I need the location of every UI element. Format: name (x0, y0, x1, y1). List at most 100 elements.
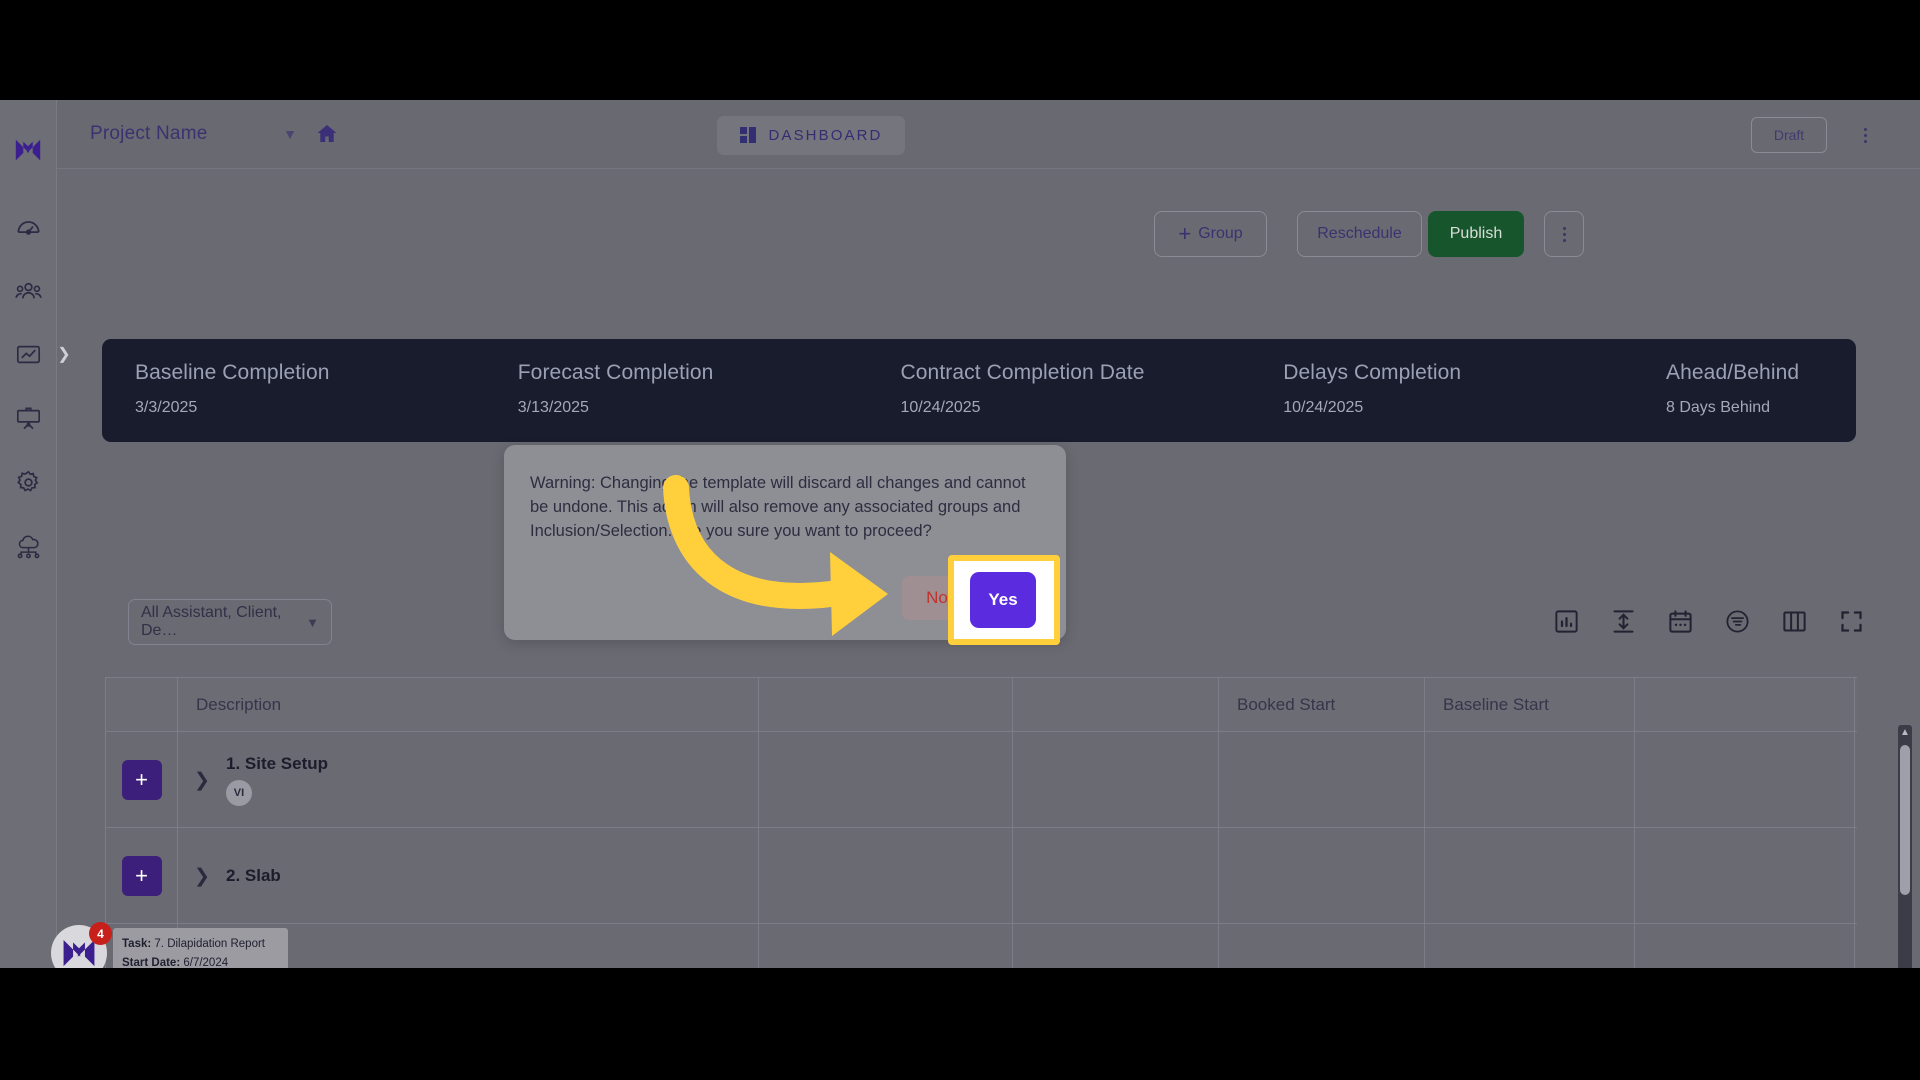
row-cell-blank-1 (759, 828, 1013, 924)
schedule-table: Description Booked Start Baseline Start … (105, 677, 1857, 968)
stat-title: Ahead/Behind (1666, 361, 1800, 384)
row-baseline-start-cell (1425, 924, 1635, 968)
scroll-up-icon[interactable]: ▲ (1898, 725, 1912, 739)
stat-value: 10/24/2025 (900, 399, 981, 416)
notification-badge: 4 (89, 922, 112, 945)
dialog-message: Warning: Changing the template will disc… (530, 474, 1026, 540)
project-selector[interactable]: Project Name ▼ (90, 114, 305, 154)
table-col-blank-1[interactable] (759, 678, 1013, 732)
sidebar-item-reports[interactable] (8, 334, 48, 374)
dashboard-tab[interactable]: DASHBOARD (717, 116, 905, 155)
row-baseline-start-cell (1425, 828, 1635, 924)
task-title: 2. Slab (226, 866, 281, 885)
tooltip-task-label: Task: (122, 938, 152, 950)
add-task-button[interactable]: + (121, 856, 162, 896)
stat-title: Forecast Completion (517, 361, 714, 384)
sidebar-item-presentation[interactable] (8, 398, 48, 438)
row-cell-blank-3 (1635, 828, 1855, 924)
row-booked-start-cell (1219, 828, 1425, 924)
tooltip-task-line: Task: 7. Dilapidation Report (122, 935, 279, 954)
table-col-blank-3[interactable] (1635, 678, 1855, 732)
row-booked-start-cell (1219, 924, 1425, 968)
app-canvas: ❯ Project Name ▼ DASHBOARD Draft + Group… (0, 100, 1920, 968)
columns-icon[interactable] (1781, 608, 1808, 635)
table-col-description[interactable]: Description (178, 678, 759, 732)
no-label: No (926, 588, 948, 607)
table-col-blank-2[interactable] (1013, 678, 1219, 732)
sidebar-item-settings[interactable] (8, 462, 48, 502)
stat-title: Delays Completion (1283, 361, 1462, 384)
table-col-booked-start[interactable]: Booked Start (1219, 678, 1425, 732)
draft-label: Draft (1773, 127, 1805, 143)
task-tooltip: Task: 7. Dilapidation Report Start Date:… (113, 928, 288, 968)
sidebar-item-integrations[interactable] (8, 526, 48, 566)
stat-value: 3/13/2025 (517, 399, 589, 416)
filter-selected-label: All Assistant, Client, De… (141, 604, 282, 639)
draft-status-button[interactable]: Draft (1751, 117, 1827, 153)
row-cell-blank-1 (759, 924, 1013, 968)
table-col-add (106, 678, 178, 732)
chevron-down-icon: ▼ (283, 126, 297, 142)
screenshot-root: ❯ Project Name ▼ DASHBOARD Draft + Group… (0, 0, 1920, 1080)
table-col-baseline-start[interactable]: Baseline Start (1425, 678, 1635, 732)
row-cell-blank-2 (1013, 924, 1219, 968)
tooltip-start-value: 6/7/2024 (183, 956, 229, 969)
vertical-ellipsis-icon[interactable] (1854, 120, 1876, 150)
stat-value: 10/24/2025 (1283, 399, 1364, 416)
publish-label: Publish (1449, 225, 1503, 242)
dashboard-label: DASHBOARD (768, 127, 883, 144)
row-cell-blank-1 (759, 732, 1013, 828)
home-icon[interactable] (315, 122, 339, 146)
group-label: Group (1198, 225, 1243, 242)
avatar: VI (226, 780, 252, 806)
calendar-icon[interactable] (1667, 608, 1694, 635)
stat-delays-completion: Delays Completion 10/24/2025 (1283, 361, 1666, 442)
sidebar-item-team[interactable] (8, 270, 48, 310)
view-tool-icons (1553, 608, 1865, 635)
stat-forecast-completion: Forecast Completion 3/13/2025 (518, 361, 901, 442)
yes-button-highlighted[interactable]: Yes (970, 572, 1036, 628)
stat-title: Contract Completion Date (900, 361, 1145, 384)
fit-height-icon[interactable] (1610, 608, 1637, 635)
tooltip-start-line: Start Date: 6/7/2024 (122, 954, 279, 969)
scroll-thumb[interactable] (1900, 745, 1910, 895)
table-row[interactable]: + ❯ 2. Slab (106, 828, 1857, 924)
action-toolbar: + Group Reschedule Publish (57, 201, 1920, 271)
filter-icon[interactable] (1724, 608, 1751, 635)
add-group-button[interactable]: + Group (1154, 211, 1267, 257)
sidebar (0, 100, 57, 968)
sidebar-item-dashboard[interactable] (8, 206, 48, 246)
chevron-down-icon: ▼ (306, 614, 319, 630)
row-cell-blank-3 (1635, 924, 1855, 968)
task-title: 1. Site Setup (226, 754, 329, 773)
table-row[interactable]: + ❯ 1. Site Setup VI (106, 732, 1857, 828)
bar-chart-icon[interactable] (1553, 608, 1580, 635)
dashboard-grid-icon (739, 126, 758, 145)
row-description-cell: ❯ 2. Slab (178, 828, 759, 924)
brand-logo-icon[interactable] (8, 130, 48, 170)
toolbar-more-button[interactable] (1544, 211, 1584, 257)
reschedule-label: Reschedule (1317, 225, 1402, 242)
assistant-client-filter-select[interactable]: All Assistant, Client, De… ▼ (128, 599, 332, 645)
add-task-button[interactable]: + (121, 760, 162, 800)
stat-baseline-completion: Baseline Completion 3/3/2025 (135, 361, 518, 442)
table-row[interactable]: + (106, 924, 1857, 968)
tooltip-start-label: Start Date: (122, 956, 181, 969)
stat-value: 3/3/2025 (135, 399, 198, 416)
reschedule-button[interactable]: Reschedule (1297, 211, 1422, 257)
sidebar-collapse-toggle[interactable]: ❯ (57, 340, 71, 368)
stat-contract-completion-date: Contract Completion Date 10/24/2025 (901, 361, 1284, 442)
row-cell-blank-3 (1635, 732, 1855, 828)
vertical-scrollbar[interactable]: ▲ ▼ (1898, 725, 1912, 968)
table-header-row: Description Booked Start Baseline Start (106, 678, 1857, 732)
row-add-cell: + (106, 828, 178, 924)
row-add-cell: + (106, 732, 178, 828)
chevron-right-icon[interactable]: ❯ (194, 769, 212, 792)
stat-title: Baseline Completion (135, 361, 330, 384)
row-cell-blank-2 (1013, 828, 1219, 924)
top-bar: Project Name ▼ DASHBOARD Draft (57, 100, 1920, 169)
chevron-right-icon[interactable]: ❯ (194, 865, 212, 888)
fullscreen-icon[interactable] (1838, 608, 1865, 635)
row-baseline-start-cell (1425, 732, 1635, 828)
publish-button[interactable]: Publish (1428, 211, 1524, 257)
